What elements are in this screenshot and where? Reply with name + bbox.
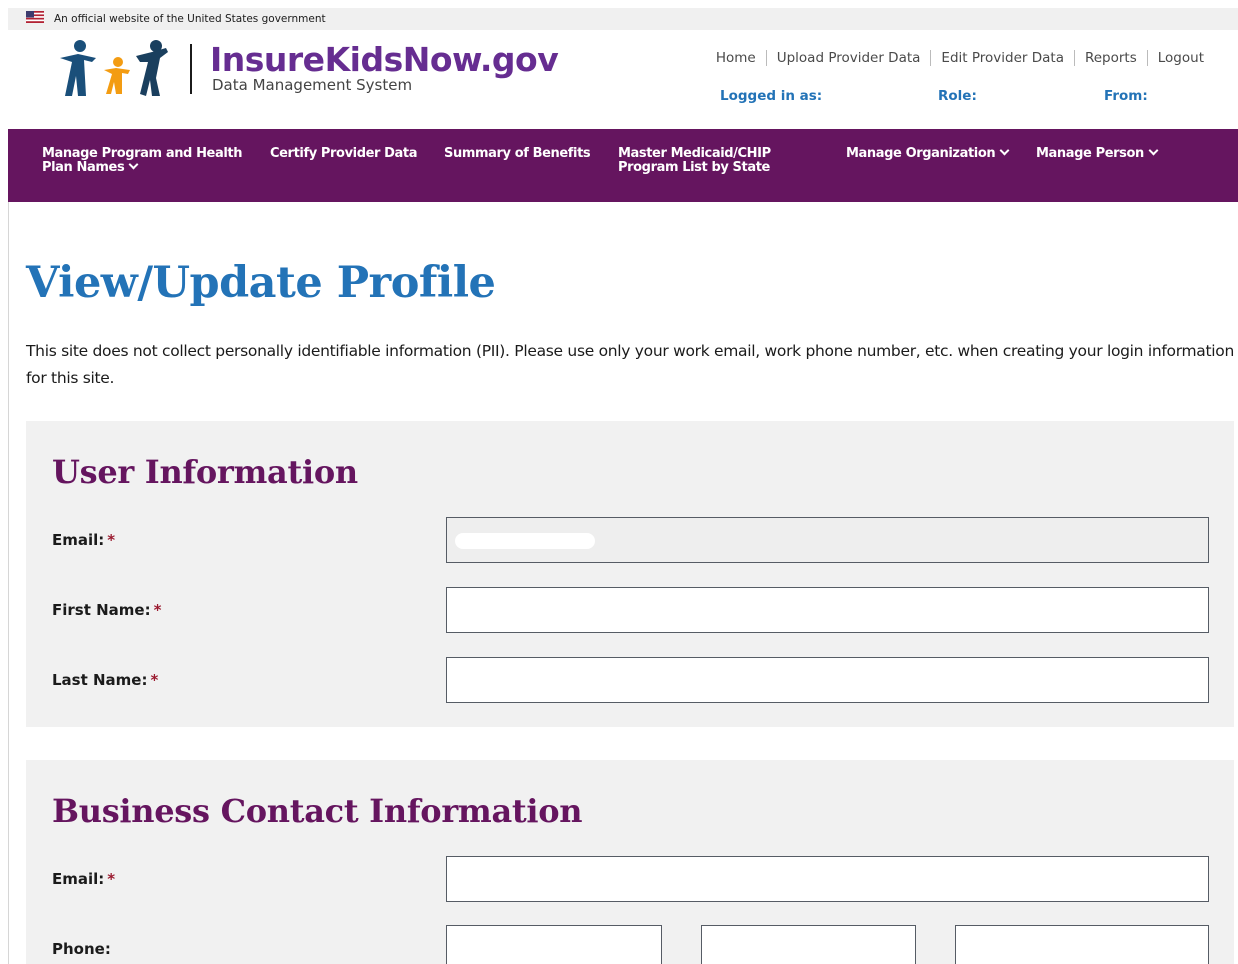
menu-manage-person[interactable]: Manage Person	[1036, 145, 1159, 161]
label-text: First Name:	[52, 601, 151, 619]
menu-master-medicaid-chip-program-list[interactable]: Master Medicaid/CHIP Program List by Sta…	[618, 147, 788, 175]
menu-certify-provider-data[interactable]: Certify Provider Data	[270, 146, 418, 161]
label-text: Email:	[52, 531, 105, 549]
user-email-field[interactable]	[446, 517, 1209, 563]
nav-link-edit-provider-data[interactable]: Edit Provider Data	[930, 50, 1074, 66]
menu-label: Master Medicaid/CHIP Program List by Sta…	[618, 146, 771, 175]
us-flag-icon	[26, 11, 44, 23]
label-text: Email:	[52, 870, 105, 888]
menu-label: Manage Program and Health Plan Names	[42, 146, 243, 175]
first-name-field[interactable]	[446, 587, 1209, 633]
last-name-field[interactable]	[446, 657, 1209, 703]
phone-line-number-field[interactable]	[955, 925, 1209, 964]
required-marker: *	[153, 601, 162, 619]
nav-link-home[interactable]: Home	[706, 50, 766, 66]
logged-in-label: Logged in as:	[720, 88, 823, 104]
nav-link-upload-provider-data[interactable]: Upload Provider Data	[765, 50, 931, 66]
business-contact-panel: Business Contact Information Email: * Pho…	[26, 760, 1234, 964]
label-text: Last Name:	[52, 671, 148, 689]
utility-nav: Home Upload Provider Data Edit Provider …	[706, 50, 1212, 66]
user-email-label: Email: *	[52, 531, 115, 549]
user-information-panel: User Information Email: * First Name: * La…	[26, 421, 1234, 727]
site-header: InsureKidsNow.gov Data Management System…	[8, 30, 1238, 129]
phone-label: Phone:	[52, 940, 111, 958]
chevron-down-icon	[999, 145, 1010, 156]
required-marker: *	[107, 531, 116, 549]
menu-label: Manage Person	[1036, 146, 1144, 161]
site-logo-title[interactable]: InsureKidsNow.gov	[210, 40, 559, 79]
nav-link-reports[interactable]: Reports	[1073, 50, 1147, 66]
business-email-field[interactable]	[446, 856, 1209, 902]
menu-manage-organization[interactable]: Manage Organization	[846, 145, 1010, 161]
first-name-label: First Name: *	[52, 601, 161, 619]
business-contact-heading: Business Contact Information	[52, 792, 583, 830]
phone-prefix-field[interactable]	[701, 925, 916, 964]
menu-label: Manage Organization	[846, 146, 996, 161]
menu-label: Summary of Benefits	[444, 146, 591, 161]
family-logo-icon[interactable]	[56, 38, 176, 98]
business-email-label: Email: *	[52, 870, 115, 888]
nav-link-logout[interactable]: Logout	[1146, 50, 1212, 66]
main-nav: Manage Program and Health Plan Names Cer…	[8, 129, 1238, 202]
pii-notice: This site does not collect personally id…	[26, 342, 1234, 387]
gov-banner: An official website of the United States…	[8, 8, 1238, 30]
required-marker: *	[150, 671, 159, 689]
gov-banner-text: An official website of the United States…	[54, 13, 326, 25]
menu-summary-of-benefits[interactable]: Summary of Benefits	[444, 146, 591, 161]
logo-divider	[190, 44, 192, 94]
required-marker: *	[107, 870, 116, 888]
from-label: From:	[1104, 88, 1148, 104]
menu-label: Certify Provider Data	[270, 146, 418, 161]
role-label: Role:	[938, 88, 977, 104]
chevron-down-icon	[1148, 145, 1159, 156]
page-title: View/Update Profile	[26, 258, 496, 308]
menu-manage-program-and-health-plan-names[interactable]: Manage Program and Health Plan Names	[42, 147, 252, 175]
user-information-heading: User Information	[52, 453, 358, 491]
last-name-label: Last Name: *	[52, 671, 158, 689]
chevron-down-icon	[128, 159, 139, 170]
phone-area-code-field[interactable]	[446, 925, 662, 964]
redacted-value	[455, 533, 595, 549]
site-logo-subtitle: Data Management System	[212, 76, 413, 94]
